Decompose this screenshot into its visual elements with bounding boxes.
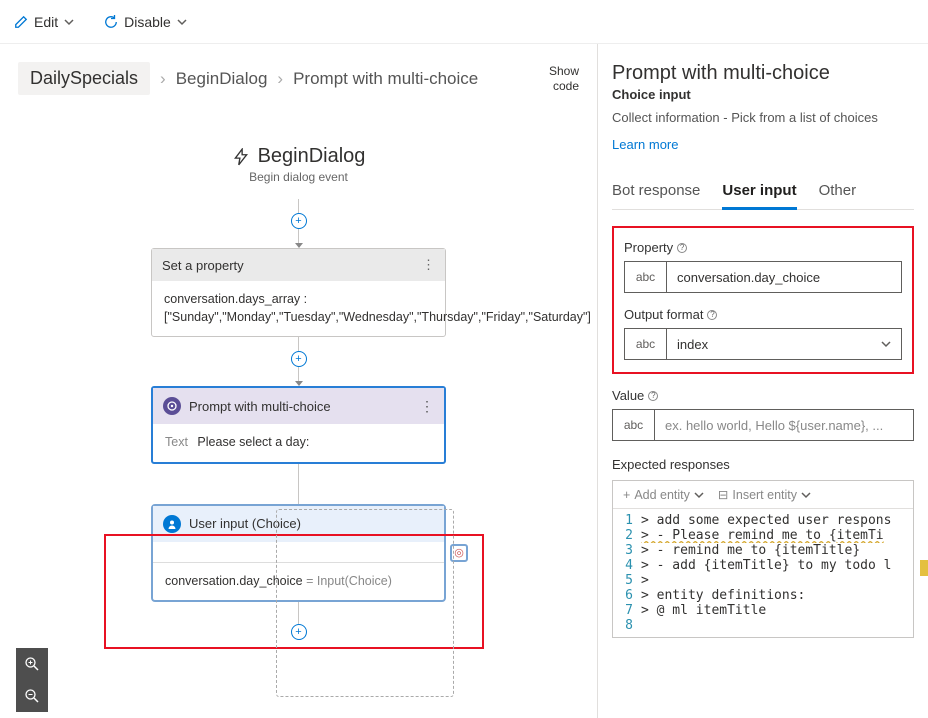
chevron-right-icon: › [160, 69, 166, 89]
add-entity-button[interactable]: + Add entity [623, 487, 704, 502]
refresh-icon [104, 15, 118, 29]
panel-subtitle: Choice input [612, 87, 914, 102]
dashed-scope-box [276, 509, 454, 697]
node-title: Prompt with multi-choice [189, 399, 331, 414]
show-code-toggle[interactable]: Show code [549, 64, 579, 93]
annotation-highlight: Property ? abc conversation.day_choice O… [612, 226, 914, 374]
question-icon [163, 397, 181, 415]
learn-more-link[interactable]: Learn more [612, 137, 678, 152]
user-icon [163, 515, 181, 533]
disable-label: Disable [124, 14, 171, 30]
help-icon[interactable]: ? [707, 310, 717, 320]
value-label: Value ? [612, 388, 914, 403]
warning-marker [920, 560, 928, 576]
disable-button[interactable]: Disable [104, 14, 187, 30]
output-format-select[interactable]: abc index [624, 328, 902, 360]
expected-responses-editor[interactable]: + Add entity ⊟ Insert entity 1> add some… [612, 480, 914, 638]
canvas[interactable]: DailySpecials › BeginDialog › Prompt wit… [0, 44, 598, 718]
value-input[interactable]: abc ex. hello world, Hello ${user.name},… [612, 409, 914, 441]
value-placeholder: ex. hello world, Hello ${user.name}, ... [655, 410, 913, 440]
panel-description: Collect information - Pick from a list o… [612, 110, 914, 125]
output-format-value: index [677, 337, 708, 352]
tab-other[interactable]: Other [819, 182, 857, 209]
chevron-down-icon [177, 17, 187, 27]
abc-prefix: abc [613, 410, 655, 440]
code-area[interactable]: 1> add some expected user respons 2> - P… [613, 509, 913, 637]
breadcrumb-mid[interactable]: BeginDialog [176, 69, 268, 89]
more-icon[interactable]: ⋮ [420, 398, 434, 415]
property-value: conversation.day_choice [667, 262, 901, 292]
abc-prefix: abc [625, 329, 667, 359]
plus-icon: + [623, 488, 630, 502]
chevron-down-icon [801, 490, 811, 500]
chevron-down-icon [694, 490, 704, 500]
chevron-down-icon [881, 339, 891, 349]
chevron-right-icon: › [277, 69, 283, 89]
node-body: conversation.days_array : ["Sunday","Mon… [152, 281, 445, 336]
tabs: Bot response User input Other [612, 182, 914, 210]
output-format-label: Output format ? [624, 307, 902, 322]
zoom-in-button[interactable] [16, 648, 48, 680]
edit-label: Edit [34, 14, 58, 30]
property-input[interactable]: abc conversation.day_choice [624, 261, 902, 293]
help-icon[interactable]: ? [648, 391, 658, 401]
more-icon[interactable]: ⋮ [422, 257, 435, 273]
expected-responses-label: Expected responses [612, 457, 914, 472]
insert-entity-button[interactable]: ⊟ Insert entity [718, 487, 811, 502]
trigger-title: BeginDialog [0, 145, 597, 168]
breadcrumb: DailySpecials › BeginDialog › Prompt wit… [18, 62, 478, 95]
edit-button[interactable]: Edit [14, 14, 74, 30]
help-icon[interactable]: ? [677, 243, 687, 253]
tab-user-input[interactable]: User input [722, 182, 796, 210]
prompt-prefix: Text [165, 435, 188, 449]
set-property-node[interactable]: Set a property ⋮ conversation.days_array… [151, 248, 446, 337]
trigger-subtitle: Begin dialog event [0, 170, 597, 184]
breadcrumb-leaf[interactable]: Prompt with multi-choice [293, 69, 478, 89]
add-node-button[interactable]: + [291, 213, 307, 229]
breadcrumb-root[interactable]: DailySpecials [18, 62, 150, 95]
node-title: Set a property [162, 258, 244, 273]
properties-panel: Prompt with multi-choice Choice input Co… [598, 44, 928, 718]
panel-title: Prompt with multi-choice [612, 62, 914, 85]
add-node-button[interactable]: + [291, 351, 307, 367]
zoom-out-button[interactable] [16, 680, 48, 712]
tab-bot-response[interactable]: Bot response [612, 182, 700, 209]
abc-prefix: abc [625, 262, 667, 292]
pencil-icon [14, 15, 28, 29]
chevron-down-icon [64, 17, 74, 27]
lightning-icon [232, 148, 250, 166]
property-label: Property ? [624, 240, 902, 255]
prompt-text: Please select a day: [197, 435, 309, 449]
insert-icon: ⊟ [718, 487, 728, 502]
prompt-node[interactable]: Prompt with multi-choice ⋮ Text Please s… [151, 386, 446, 464]
